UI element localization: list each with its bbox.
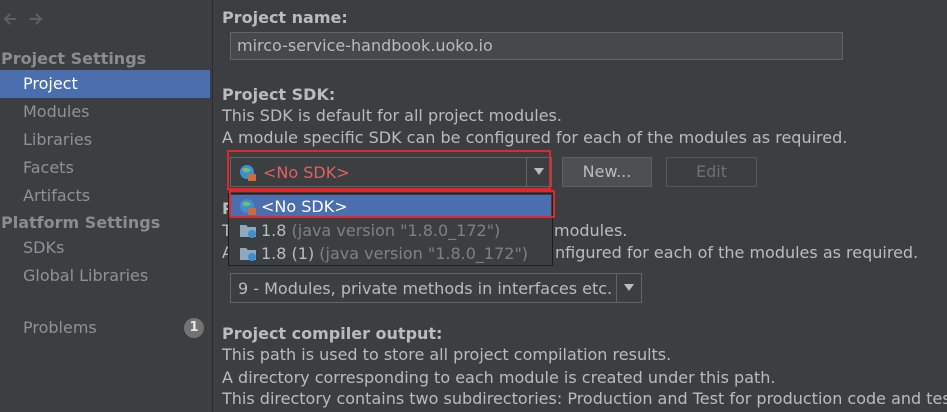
folder-jdk-icon <box>239 245 257 268</box>
sdk-dropdown-list: <No SDK> 1.8 (java version "1.8.0_172") … <box>228 193 553 266</box>
sidebar-item-artifacts[interactable]: Artifacts <box>0 182 210 210</box>
language-level-value: 9 - Modules, private methods in interfac… <box>238 279 613 298</box>
sidebar-item-problems[interactable]: Problems 1 <box>0 314 210 342</box>
project-name-label: Project name: <box>222 8 348 27</box>
language-description-1-end: modules. <box>554 221 628 240</box>
sdk-description-1: This SDK is default for all project modu… <box>222 106 562 125</box>
problems-count-badge: 1 <box>184 318 204 338</box>
new-sdk-button[interactable]: New... <box>562 157 652 187</box>
edit-sdk-button[interactable]: Edit <box>666 157 757 187</box>
sdk-description-2: A module specific SDK can be configured … <box>222 128 848 147</box>
project-settings-header: Project Settings <box>1 49 147 68</box>
compiler-description-1: This path is used to store all project c… <box>222 345 672 364</box>
nav-arrows <box>2 11 44 27</box>
sdk-selected-value: <No SDK> <box>263 163 350 182</box>
project-name-input[interactable]: mirco-service-handbook.uoko.io <box>230 32 843 60</box>
sdk-option-no-sdk[interactable]: <No SDK> <box>230 195 551 218</box>
language-description-2-end: nfigured for each of the modules as requ… <box>555 243 919 262</box>
sidebar-item-sdks[interactable]: SDKs <box>0 234 210 262</box>
platform-settings-header: Platform Settings <box>1 213 161 232</box>
sdk-option-1-8[interactable]: 1.8 (java version "1.8.0_172") <box>230 219 551 242</box>
compiler-output-label: Project compiler output: <box>222 324 443 343</box>
sidebar-item-project[interactable]: Project <box>0 70 210 98</box>
compiler-description-3: This directory contains two subdirectori… <box>222 389 947 408</box>
settings-sidebar: Project Settings Project Modules Librari… <box>0 0 213 412</box>
project-sdk-select[interactable]: <No SDK> <box>230 157 552 187</box>
sdk-option-name: <No SDK> <box>261 197 348 216</box>
sdk-globe-icon <box>239 164 257 186</box>
chevron-down-icon[interactable] <box>616 274 641 302</box>
sdk-option-name: 1.8 <box>261 221 287 240</box>
sidebar-item-facets[interactable]: Facets <box>0 154 210 182</box>
sdk-option-version: (java version "1.8.0_172") <box>291 221 501 240</box>
sidebar-item-global-libraries[interactable]: Global Libraries <box>0 262 210 290</box>
sdk-option-1-8-1[interactable]: 1.8 (1) (java version "1.8.0_172") <box>230 242 551 265</box>
sidebar-item-modules[interactable]: Modules <box>0 98 210 126</box>
sdk-option-version: (java version "1.8.0_172") <box>319 244 529 263</box>
forward-arrow-icon[interactable] <box>28 11 44 27</box>
project-settings-panel: Project name: mirco-service-handbook.uok… <box>213 0 947 412</box>
compiler-description-2: A directory corresponding to each module… <box>222 368 776 387</box>
sidebar-item-label: Problems <box>23 318 97 337</box>
sdk-option-name: 1.8 (1) <box>261 244 315 263</box>
sidebar-item-libraries[interactable]: Libraries <box>0 126 210 154</box>
language-level-select[interactable]: 9 - Modules, private methods in interfac… <box>230 273 642 303</box>
project-sdk-label: Project SDK: <box>222 85 336 104</box>
chevron-down-icon[interactable] <box>526 158 551 186</box>
back-arrow-icon[interactable] <box>2 11 18 27</box>
